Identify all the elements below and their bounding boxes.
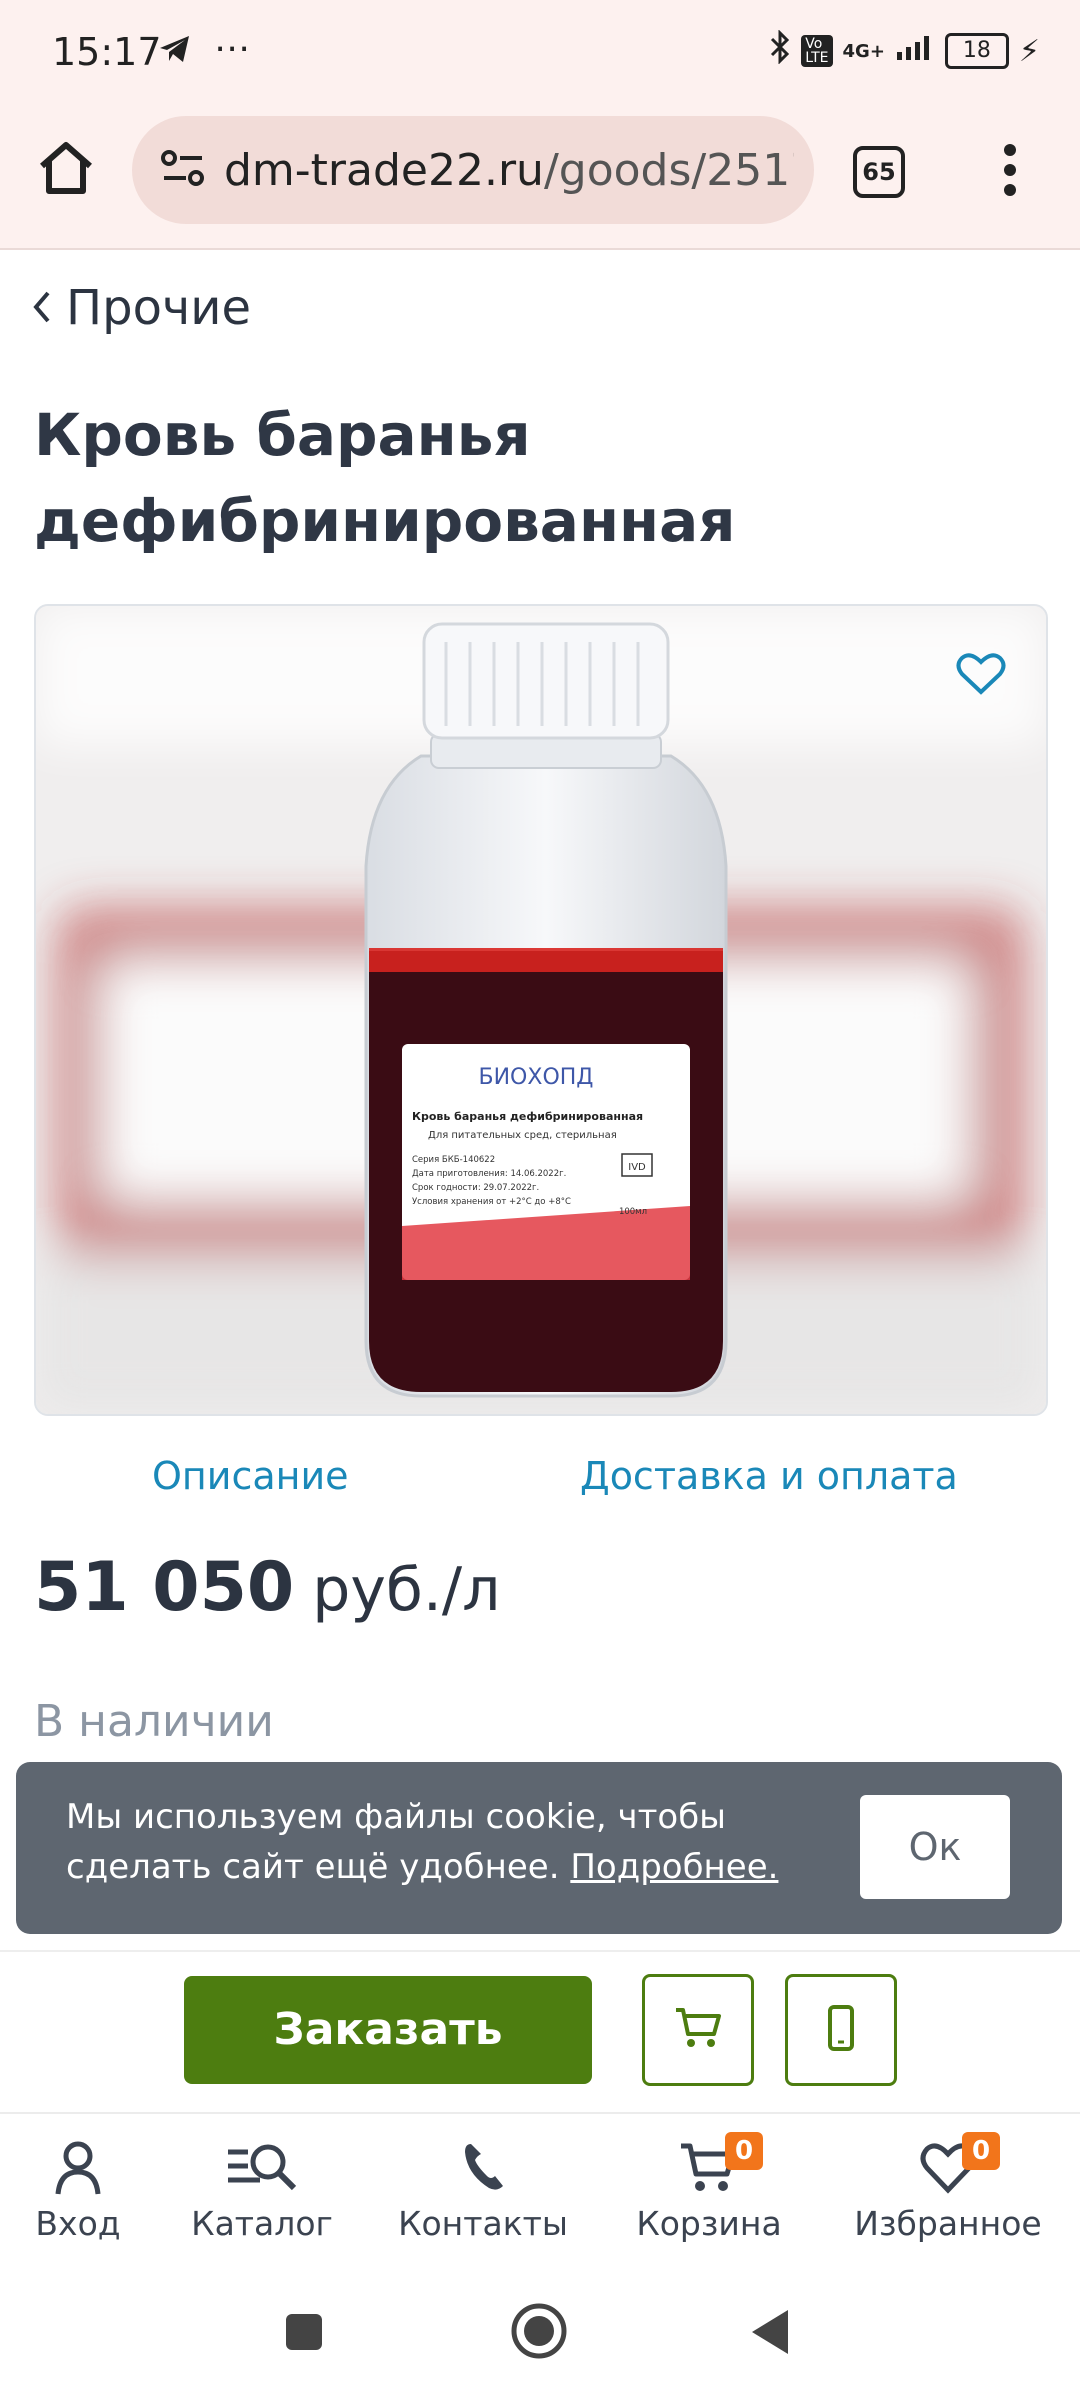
nav-cart-label: Корзина [636,2204,782,2243]
label-ivd: IVD [628,1162,646,1173]
home-icon[interactable] [36,140,96,200]
cookie-message: Мы используем файлы cookie, чтобы сделат… [66,1792,826,1892]
label-made: Дата приготовления: 14.06.2022г. [412,1169,566,1179]
url-text[interactable]: dm-trade22.ru/goods/25179 [224,145,794,196]
telegram-icon [158,34,192,68]
label-expires: Срок годности: 29.07.2022г. [412,1183,539,1193]
tab-delivery-payment[interactable]: Доставка и оплата [580,1454,958,1498]
chevron-left-icon [32,280,52,336]
product-photo: БИОХОПД Кровь баранья дефибринированная … [36,606,1046,1414]
back-icon[interactable] [750,2308,790,2360]
stock-status: В наличии [34,1696,274,1747]
tabs-count-button[interactable]: 65 [853,146,905,198]
cookie-ok-button[interactable]: Ок [860,1795,1010,1899]
charging-icon: ⚡ [1018,33,1040,69]
battery-icon: 18 [944,33,1009,69]
address-bar[interactable]: dm-trade22.ru/goods/25179 [132,116,814,224]
label-subtitle: Для питательных сред, стерильная [428,1130,617,1141]
browser-menu-icon[interactable] [1000,142,1020,202]
price-value: 51 050 [34,1548,295,1627]
more-icon: ⋯ [214,28,250,69]
nav-favorites[interactable]: 0 Избранное [848,2132,1048,2243]
site-settings-icon[interactable] [160,150,206,190]
price-unit: руб./л [312,1555,501,1625]
status-time: 15:17 [52,30,162,74]
mobile-order-button[interactable] [785,1974,897,2086]
label-storage: Условия хранения от +2°С до +8°С [412,1197,571,1207]
favorites-count-badge: 0 [962,2132,1000,2170]
breadcrumb-label: Прочие [66,280,252,336]
favorite-heart-icon[interactable] [956,652,1006,700]
status-icons: Vo LTE 4G+ 18 ⚡ [769,29,1040,72]
bluetooth-icon [769,29,791,72]
tab-description[interactable]: Описание [152,1454,349,1498]
nav-login-label: Вход [35,2204,121,2243]
label-name: Кровь баранья дефибринированная [412,1110,643,1123]
smartphone-icon [826,2004,856,2056]
product-image[interactable]: БИОХОПД Кровь баранья дефибринированная … [34,604,1048,1416]
catalog-search-icon [228,2144,297,2191]
nav-catalog-label: Каталог [191,2204,333,2243]
signal-icon [895,32,935,70]
browser-chrome: 15:17 ⋯ Vo LTE 4G+ 18 ⚡ dm-trade22.ru/go… [0,0,1080,250]
page-title: Кровь баранья дефибринированная [34,401,736,555]
user-icon [55,2141,101,2195]
recent-apps-icon[interactable] [284,2312,324,2356]
nav-contacts[interactable]: Контакты [383,2138,583,2243]
nav-contacts-label: Контакты [398,2204,568,2243]
label-brand: БИОХОПД [479,1065,594,1090]
cookie-more-link[interactable]: Подробнее. [570,1847,778,1887]
price: 51 050 руб./л [34,1548,500,1627]
label-series: Серия БКБ-140622 [412,1155,495,1165]
cart-count-badge: 0 [725,2132,763,2170]
nav-cart[interactable]: 0 Корзина [609,2132,809,2243]
nav-login[interactable]: Вход [0,2138,178,2243]
volte-icon: Vo LTE [801,35,833,67]
cart-icon [674,2006,722,2054]
nav-favorites-label: Избранное [854,2204,1042,2243]
breadcrumb[interactable]: Прочие [32,280,251,336]
network-type: 4G+ [842,40,885,62]
cookie-banner: Мы используем файлы cookie, чтобы сделат… [16,1762,1062,1934]
label-volume: 100мл [619,1207,647,1217]
phone-icon [465,2144,503,2190]
bottom-navigation: Вход Каталог Контакты 0 Корзина 0 Избран… [0,2112,1080,2274]
order-button[interactable]: Заказать [184,1976,592,2084]
nav-catalog[interactable]: Каталог [162,2138,362,2243]
home-button-icon[interactable] [510,2302,568,2364]
system-navigation [0,2272,1080,2400]
add-to-cart-button[interactable] [642,1974,754,2086]
